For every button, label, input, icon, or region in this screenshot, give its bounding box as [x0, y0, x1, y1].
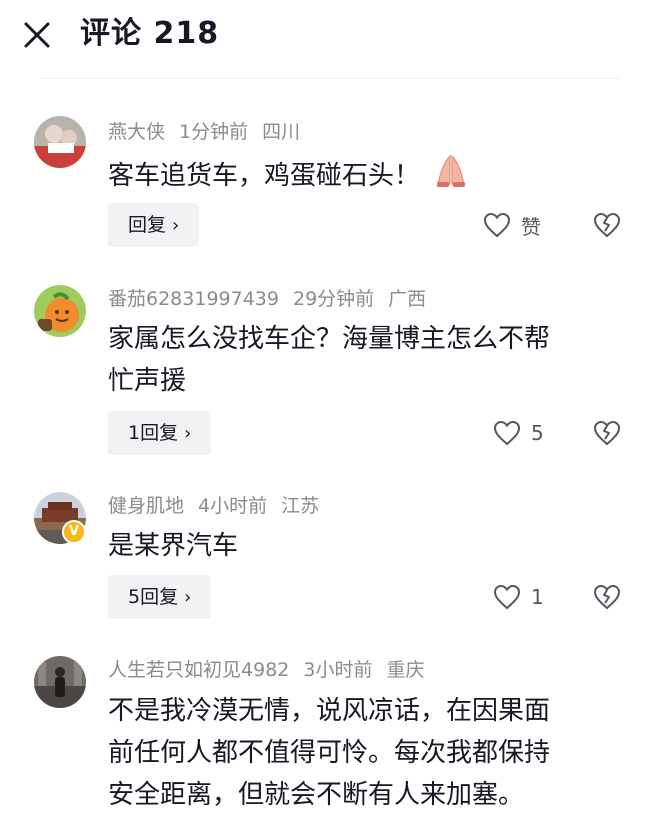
username[interactable]: 燕大侠: [108, 121, 165, 143]
comment-location: 四川: [262, 121, 301, 143]
like-count: 1: [531, 585, 544, 609]
like-button[interactable]: 1: [493, 575, 544, 619]
broken-heart-icon: [593, 212, 621, 238]
broken-heart-icon: [593, 420, 621, 446]
comment-text: 不是我冷漠无情，说风凉话，在因果面 前任何人都不值得可怜。每次我都保持 安全距离…: [108, 696, 551, 810]
like-button[interactable]: 5: [493, 411, 544, 455]
comment-location: 江苏: [281, 495, 320, 517]
reply-button[interactable]: 回复 ›: [108, 203, 200, 247]
heart-icon: [483, 212, 511, 238]
avatar[interactable]: [34, 285, 86, 337]
username[interactable]: 人生若只如初见4982: [108, 659, 289, 681]
comment-location: 广西: [388, 288, 427, 310]
broken-heart-icon: [593, 584, 621, 610]
avatar[interactable]: [34, 656, 86, 708]
comment-text: 是某界汽车: [108, 531, 239, 561]
comment-time: 4小时前: [198, 495, 268, 517]
dislike-button[interactable]: [593, 419, 621, 447]
like-count: 5: [531, 421, 544, 445]
comment-time: 3小时前: [303, 659, 373, 681]
username[interactable]: 健身肌地: [108, 495, 184, 517]
comment-meta: 番茄62831997439 29分钟前 广西: [108, 285, 440, 313]
folded-hands-icon: [430, 152, 472, 201]
close-button[interactable]: [22, 20, 52, 50]
avatar[interactable]: V: [34, 492, 86, 544]
chevron-right-icon: ›: [184, 423, 192, 444]
verified-badge: V: [62, 520, 86, 544]
dislike-button[interactable]: [593, 211, 621, 239]
header-divider: [40, 78, 620, 79]
comment-meta: 燕大侠 1分钟前 四川: [108, 118, 314, 146]
dislike-button[interactable]: [593, 583, 621, 611]
comments-header: 评论 218: [0, 0, 660, 72]
heart-icon: [493, 420, 521, 446]
comment-text: 家属怎么没找车企？海量博主怎么不帮 忙声援: [108, 324, 551, 396]
reply-button[interactable]: 1回复 ›: [108, 411, 212, 455]
comment-location: 重庆: [386, 659, 425, 681]
chevron-right-icon: ›: [172, 215, 180, 236]
chevron-right-icon: ›: [184, 587, 192, 608]
comment-meta: 人生若只如初见4982 3小时前 重庆: [108, 656, 438, 684]
comment-text: 客车追货车，鸡蛋碰石头！: [108, 152, 628, 201]
comment-meta: 健身肌地 4小时前 江苏: [108, 492, 333, 520]
comment-count-title: 评论 218: [80, 16, 220, 51]
like-button[interactable]: 赞: [483, 203, 541, 247]
reply-button[interactable]: 5回复 ›: [108, 575, 212, 619]
like-label: 赞: [521, 214, 541, 239]
comment-time: 1分钟前: [179, 121, 249, 143]
close-icon: [24, 22, 50, 48]
username[interactable]: 番茄62831997439: [108, 288, 279, 310]
comment-time: 29分钟前: [292, 288, 375, 310]
avatar[interactable]: [34, 116, 86, 168]
heart-icon: [493, 584, 521, 610]
